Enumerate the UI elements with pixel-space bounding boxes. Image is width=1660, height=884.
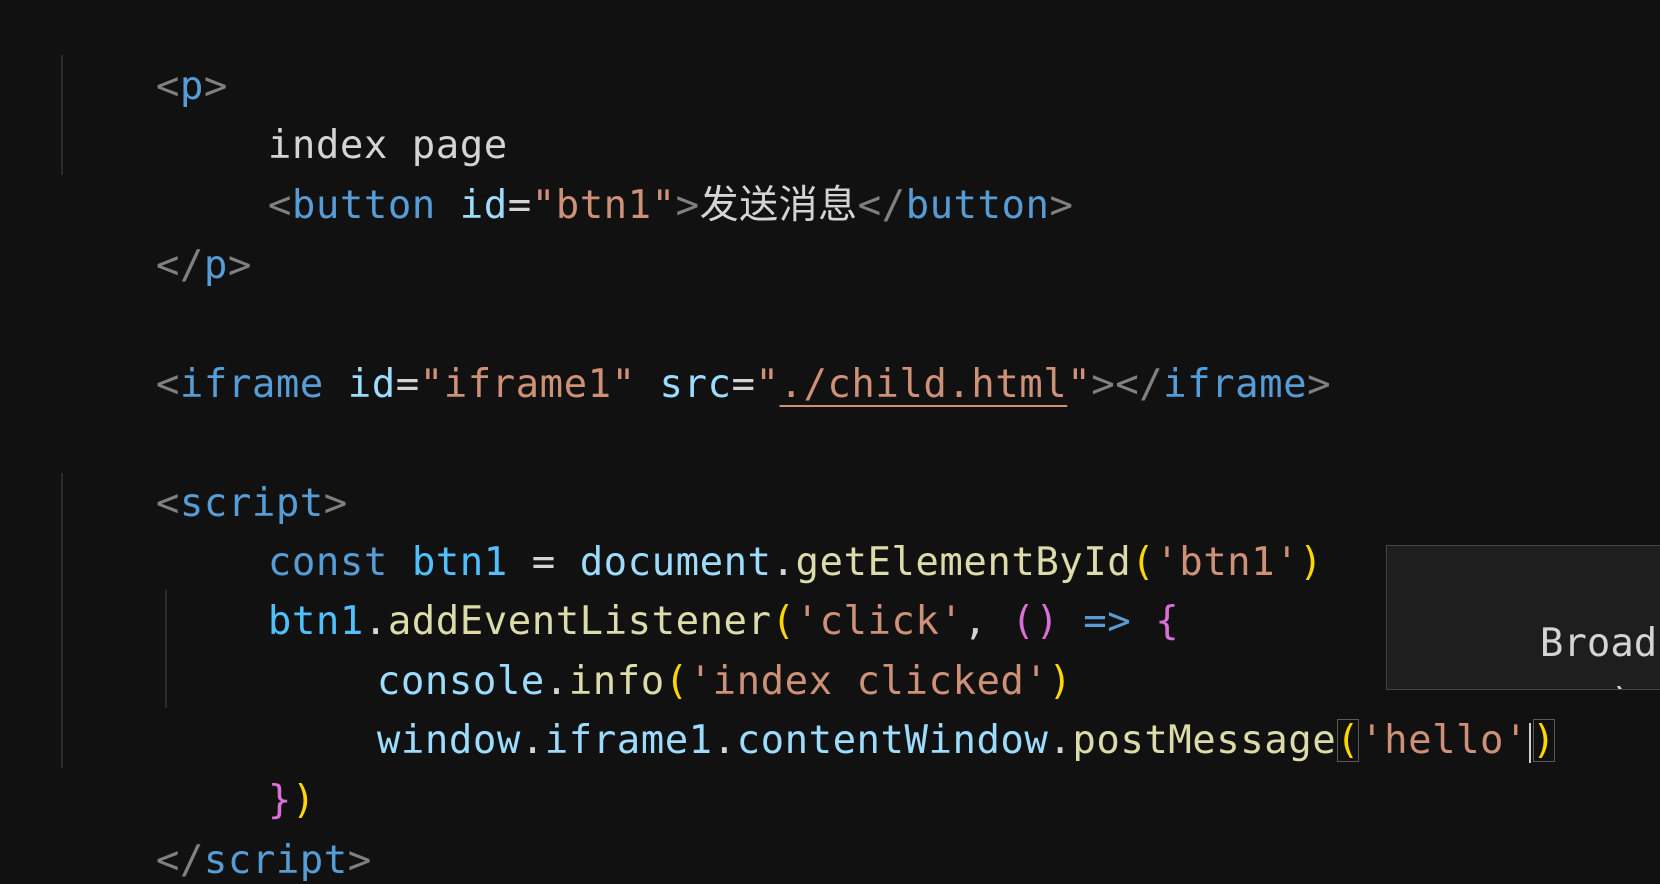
dot: . <box>712 718 737 763</box>
paren-match: ( <box>1336 718 1361 763</box>
button-label-text: 发送消息 <box>699 183 858 228</box>
tooltip-signature-line: BroadcastC <box>1399 554 1660 666</box>
attr-value: "iframe1" <box>419 362 636 407</box>
identifier: window <box>376 718 521 763</box>
attr-equals: = <box>507 183 532 228</box>
tag-name: p <box>203 243 228 288</box>
tag-name: iframe <box>179 362 324 407</box>
tag-bracket: > <box>1049 183 1074 228</box>
indent-guide-callback <box>165 590 167 708</box>
code-line-13[interactable]: }) <box>172 706 316 823</box>
tooltip-type-keyword: any <box>1540 681 1610 689</box>
code-line-8[interactable]: <script> <box>60 409 348 526</box>
tooltip-return-type: ): voic <box>1610 681 1660 689</box>
code-line-14[interactable]: </script> <box>60 766 372 883</box>
dot: . <box>520 718 545 763</box>
tag-bracket: > <box>1091 362 1116 407</box>
attr-equals: = <box>395 362 420 407</box>
tag-name: iframe <box>1163 362 1308 407</box>
code-line-3[interactable]: <button id="btn1">发送消息</button> <box>172 111 1073 228</box>
parameter-hint-tooltip: BroadcastC any): voic <box>1386 545 1660 690</box>
text-cursor <box>1529 722 1532 763</box>
attr-equals: = <box>731 362 756 407</box>
property: contentWindow <box>736 718 1049 763</box>
code-line-9[interactable]: const btn1 = document.getElementById('bt… <box>172 468 1323 585</box>
attr-value: "btn1" <box>531 183 676 228</box>
code-line-12[interactable]: window.iframe1.contentWindow.postMessage… <box>281 646 1556 763</box>
tag-name: button <box>291 183 436 228</box>
code-editor[interactable]: <p> index page <button id="btn1">发送消息</b… <box>0 0 1660 884</box>
tag-bracket: > <box>347 838 372 883</box>
attr-name: id <box>459 183 508 228</box>
code-line-11[interactable]: console.info('index clicked') <box>281 587 1072 704</box>
code-line-2[interactable]: index page <box>172 51 508 168</box>
brace: { <box>1155 599 1180 644</box>
tooltip-return-line: any): voic <box>1399 614 1660 689</box>
tag-bracket: </ <box>857 183 906 228</box>
tag-name: script <box>203 838 348 883</box>
property: iframe1 <box>544 718 713 763</box>
attr-quote: " <box>755 362 780 407</box>
tag-bracket: </ <box>155 243 204 288</box>
tag-bracket: < <box>267 183 292 228</box>
tag-bracket: > <box>1307 362 1332 407</box>
tag-bracket: </ <box>155 838 204 883</box>
tag-bracket: > <box>227 243 252 288</box>
tag-bracket: </ <box>1115 362 1164 407</box>
attr-name: id <box>347 362 396 407</box>
string: 'hello' <box>1360 718 1529 763</box>
paren: ) <box>1299 540 1324 585</box>
code-line-10[interactable]: btn1.addEventListener('click', () => { <box>172 527 1179 644</box>
arrow-operator: => <box>1083 599 1132 644</box>
attr-quote: " <box>1067 362 1092 407</box>
attr-name: src <box>659 362 732 407</box>
paren-match: ) <box>1532 718 1557 763</box>
code-line-6[interactable]: <iframe id="iframe1" src="./child.html">… <box>60 290 1331 407</box>
function-name: postMessage <box>1072 718 1337 763</box>
code-line-1[interactable]: <p> <box>60 0 228 109</box>
code-line-4[interactable]: </p> <box>60 171 252 288</box>
tag-bracket: > <box>675 183 700 228</box>
tag-name: button <box>905 183 1050 228</box>
tag-bracket: < <box>155 362 180 407</box>
dot: . <box>1048 718 1073 763</box>
src-link[interactable]: ./child.html <box>779 362 1067 407</box>
